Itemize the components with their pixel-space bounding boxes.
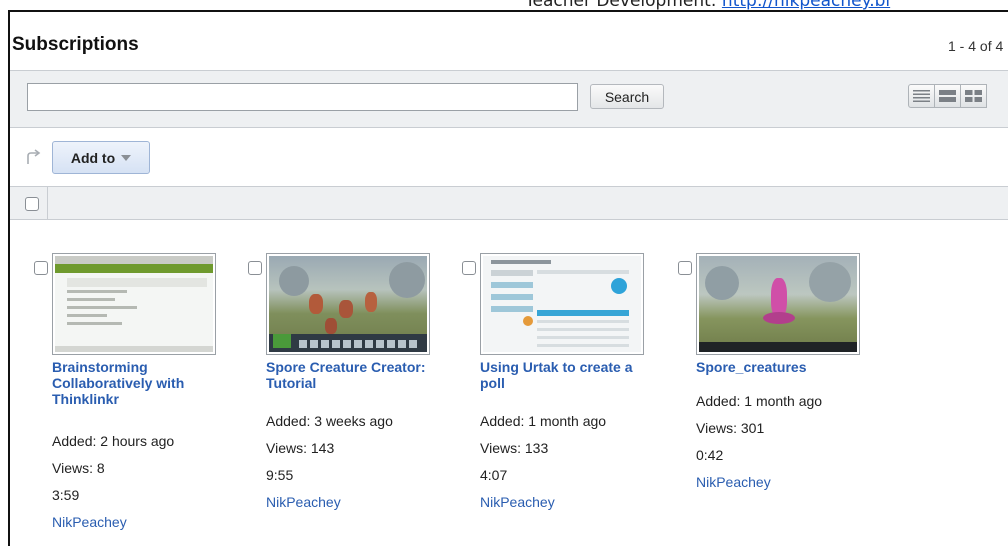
- select-bar: [10, 186, 1008, 220]
- banner-text: Teacher Development:: [525, 0, 722, 10]
- video-thumbnail[interactable]: [696, 253, 860, 355]
- video-views: Views: 133: [480, 440, 549, 456]
- subscriptions-panel: Subscriptions 1 - 4 of 4 Search Add to B…: [8, 10, 1008, 546]
- video-added: Added: 1 month ago: [696, 393, 823, 409]
- video-added: Added: 2 hours ago: [52, 433, 175, 449]
- divider: [47, 187, 48, 219]
- compact-view-icon[interactable]: [934, 84, 961, 108]
- pager: 1 - 4 of 4: [948, 38, 1004, 54]
- video-author[interactable]: NikPeachey: [52, 514, 127, 530]
- video-checkbox[interactable]: [462, 261, 476, 275]
- video-views: Views: 301: [696, 420, 765, 436]
- top-banner: Teacher Development: http://nikpeachey.b…: [0, 0, 1008, 10]
- video-duration: 9:55: [266, 467, 294, 483]
- grid-view-icon[interactable]: [960, 84, 987, 108]
- video-views: Views: 143: [266, 440, 335, 456]
- video-card: Spore Creature Creator: Tutorial Added: …: [248, 253, 448, 523]
- action-bar: Add to: [10, 128, 1008, 186]
- list-view-icon[interactable]: [908, 84, 935, 108]
- select-all-checkbox[interactable]: [25, 197, 39, 211]
- title-row: Subscriptions 1 - 4 of 4: [10, 12, 1008, 70]
- video-thumbnail[interactable]: [266, 253, 430, 355]
- video-added: Added: 3 weeks ago: [266, 413, 393, 429]
- video-title[interactable]: Brainstorming Collaboratively with Think…: [52, 359, 232, 407]
- view-toggles: [908, 84, 987, 108]
- video-added: Added: 1 month ago: [480, 413, 607, 429]
- video-card: Brainstorming Collaboratively with Think…: [34, 253, 234, 543]
- banner-link[interactable]: http://nikpeachey.bl: [722, 0, 890, 10]
- video-thumbnail[interactable]: [52, 253, 216, 355]
- video-checkbox[interactable]: [248, 261, 262, 275]
- video-checkbox[interactable]: [34, 261, 48, 275]
- search-bar: Search: [10, 70, 1008, 128]
- chevron-down-icon: [121, 154, 132, 161]
- video-title[interactable]: Spore_creatures: [696, 359, 876, 375]
- video-duration: 4:07: [480, 467, 508, 483]
- video-checkbox[interactable]: [678, 261, 692, 275]
- video-card: Using Urtak to create a poll Added: 1 mo…: [462, 253, 662, 523]
- video-thumbnail[interactable]: [480, 253, 644, 355]
- share-arrow-icon[interactable]: [25, 148, 43, 166]
- video-duration: 3:59: [52, 487, 80, 503]
- video-author[interactable]: NikPeachey: [266, 494, 341, 510]
- video-views: Views: 8: [52, 460, 105, 476]
- search-input[interactable]: [27, 83, 578, 111]
- search-button[interactable]: Search: [590, 84, 664, 109]
- video-card: Spore_creatures Added: 1 month ago Views…: [678, 253, 878, 503]
- video-title[interactable]: Spore Creature Creator: Tutorial: [266, 359, 446, 391]
- video-author[interactable]: NikPeachey: [696, 474, 771, 490]
- page-title: Subscriptions: [12, 34, 139, 55]
- video-author[interactable]: NikPeachey: [480, 494, 555, 510]
- add-to-button[interactable]: Add to: [52, 141, 150, 174]
- video-duration: 0:42: [696, 447, 724, 463]
- video-title[interactable]: Using Urtak to create a poll: [480, 359, 660, 391]
- add-to-label: Add to: [70, 149, 116, 166]
